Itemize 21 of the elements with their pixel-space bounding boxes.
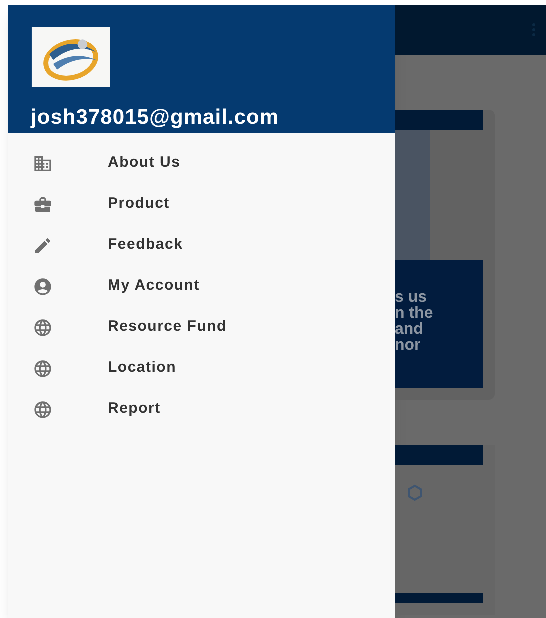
- briefcase-icon: [33, 194, 53, 214]
- card-text-line: s us: [395, 290, 428, 306]
- menu-item[interactable]: Resource Fund: [8, 307, 395, 348]
- menu-item[interactable]: Report: [8, 389, 395, 430]
- account-icon: [33, 276, 53, 296]
- card-text-line: n the: [395, 306, 434, 322]
- logo-icon: [31, 27, 111, 88]
- menu-item[interactable]: Feedback: [8, 225, 395, 266]
- building-icon: [33, 154, 53, 174]
- menu-item[interactable]: My Account: [8, 266, 395, 307]
- globe-icon: [33, 318, 53, 338]
- menu-item[interactable]: About Us: [8, 143, 395, 184]
- hexagon-icon: [405, 483, 425, 503]
- menu-item[interactable]: Location: [8, 348, 395, 389]
- globe-icon: [33, 358, 53, 378]
- menu-item[interactable]: Product: [8, 184, 395, 225]
- card-text-line: and: [395, 322, 424, 338]
- user-email: josh378015@gmail.com: [31, 104, 280, 130]
- card-text-line: nor: [395, 338, 422, 354]
- pencil-icon: [33, 236, 53, 256]
- globe-icon: [33, 400, 53, 420]
